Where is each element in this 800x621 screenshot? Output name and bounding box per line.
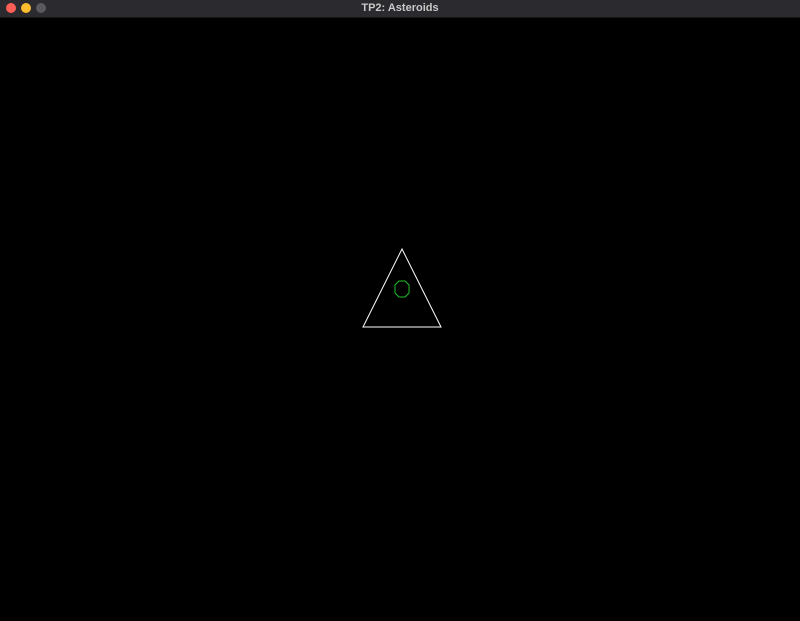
- app-window: TP2: Asteroids: [0, 0, 800, 621]
- window-title: TP2: Asteroids: [361, 2, 439, 14]
- game-canvas[interactable]: [0, 18, 800, 621]
- ship-core-octagon: [394, 280, 410, 298]
- game-scene: [362, 247, 442, 328]
- title-bar[interactable]: TP2: Asteroids: [0, 0, 800, 18]
- ship-triangle: [362, 247, 442, 328]
